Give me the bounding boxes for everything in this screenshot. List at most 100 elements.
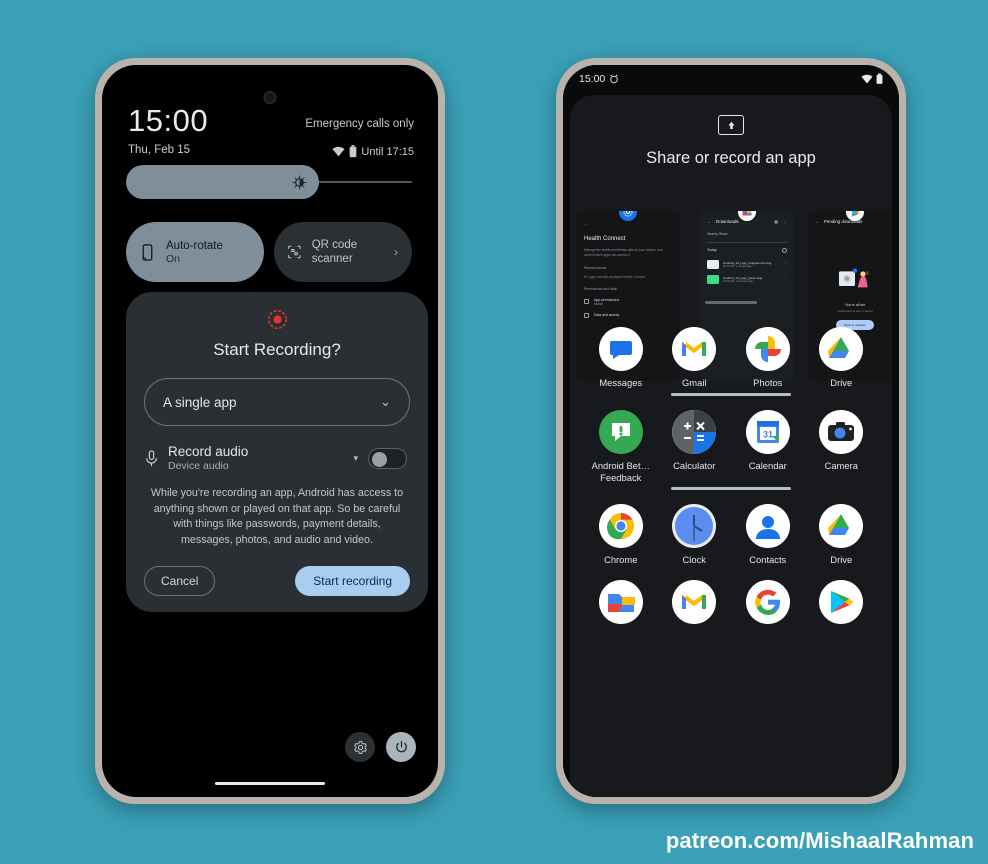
app-row: Android Bet… Feedback Calculator 31 Cale…	[580, 396, 882, 488]
app-share-picker: 15:00 Share or record an app ← Health Co…	[563, 65, 899, 797]
app-calendar[interactable]: 31 Calendar	[731, 409, 805, 484]
recording-scope-select[interactable]: A single app ⌄	[144, 378, 410, 426]
status-bar-time: 15:00	[579, 73, 606, 85]
start-recording-dialog: Start Recording? A single app ⌄ Record a…	[126, 292, 428, 613]
brightness-fill	[126, 165, 319, 199]
navigation-pill[interactable]	[215, 781, 325, 785]
gmail-app-icon	[672, 580, 717, 624]
grid-view-icon: ▦	[774, 219, 778, 224]
record-audio-text: Record audio Device audio	[168, 444, 248, 472]
app-gmail-2[interactable]	[658, 580, 732, 630]
gmail-app-icon	[672, 327, 717, 371]
microphone-icon	[146, 449, 157, 466]
file-thumbnail	[707, 274, 719, 284]
auto-rotate-icon	[142, 243, 153, 261]
tile-auto-rotate-state: On	[166, 253, 181, 266]
more-vert-icon: ⋮	[783, 277, 787, 282]
card-item-sub: None	[594, 301, 603, 306]
record-audio-toggle[interactable]	[368, 447, 407, 469]
brightness-icon	[292, 175, 307, 190]
app-drive-2[interactable]: Drive	[805, 504, 879, 566]
app-photos[interactable]: Photos	[731, 327, 805, 389]
dialog-title: Start Recording?	[213, 340, 341, 359]
share-sheet-title: Share or record an app	[646, 149, 816, 167]
more-vert-icon: ⋮	[783, 219, 787, 224]
file-meta: 163.9 kB • 4 minutes ago	[723, 279, 753, 283]
recent-apps-strip: ← Health Connect Manage the health and f…	[570, 189, 892, 381]
photos-app-icon	[745, 327, 790, 371]
android-beta-feedback-icon	[598, 409, 643, 454]
app-label: Android Bet… Feedback	[591, 459, 650, 483]
alarm-icon	[610, 74, 619, 84]
calendar-app-icon: 31	[745, 409, 790, 454]
tile-auto-rotate[interactable]: Auto-rotate On	[126, 222, 264, 282]
power-icon	[395, 740, 407, 752]
record-audio-label: Record audio	[168, 444, 249, 459]
all-set-illustration	[839, 268, 870, 288]
up-arrow-glyph	[727, 121, 735, 129]
tile-qr-code-scanner[interactable]: QR code scanner ›	[274, 222, 412, 282]
tile-auto-rotate-label: Auto-rotate	[166, 239, 223, 252]
card-section-recent: Recent access	[584, 265, 607, 270]
carrier-label: Emergency calls only	[305, 118, 414, 130]
camera-app-icon	[819, 409, 864, 454]
app-clock[interactable]: Clock	[658, 504, 732, 566]
right-phone-screen: 15:00 Share or record an app ← Health Co…	[563, 65, 899, 797]
power-button[interactable]	[386, 732, 416, 762]
drive-app-icon	[819, 327, 864, 371]
files-glyph	[742, 211, 752, 216]
app-calculator[interactable]: Calculator	[658, 409, 732, 484]
brightness-slider[interactable]	[126, 165, 412, 199]
app-row	[580, 570, 882, 634]
chevron-right-icon: ›	[394, 245, 398, 259]
status-indicators: Until 17:15	[332, 145, 414, 158]
app-google[interactable]	[731, 580, 805, 630]
battery-until-label: Until 17:15	[361, 145, 414, 158]
app-camera[interactable]: Camera	[805, 409, 879, 484]
watermark: patreon.com/MishaalRahman	[665, 828, 974, 853]
app-row: Chrome Clock Contacts Drive	[580, 490, 882, 570]
empty-title: You're all set	[844, 303, 866, 307]
caret-down-icon: ▾	[353, 452, 358, 463]
cancel-button[interactable]: Cancel	[144, 566, 216, 597]
app-messages[interactable]: Messages	[584, 327, 658, 389]
app-label: Messages	[599, 377, 643, 388]
app-label: Camera	[824, 459, 858, 471]
back-arrow-icon: ←	[815, 219, 819, 224]
wifi-icon	[332, 146, 345, 157]
app-label: Contacts	[749, 554, 787, 566]
start-recording-button[interactable]: Start recording	[295, 566, 410, 597]
record-audio-row[interactable]: Record audio Device audio ▾	[144, 444, 410, 472]
card-subheader: Nearby Share	[707, 232, 728, 236]
app-android-beta-feedback[interactable]: Android Bet… Feedback	[584, 409, 658, 484]
back-arrow-icon: ←	[707, 219, 711, 224]
share-sheet: Share or record an app ← Health Connect …	[570, 95, 892, 797]
file-meta: 38.16 kB • a minute ago	[723, 264, 752, 268]
left-phone-screen: 15:00 Thu, Feb 15 Emergency calls only U…	[102, 65, 438, 797]
card-body-2: No apps recently accessed Health Connect	[584, 274, 646, 279]
app-contacts[interactable]: Contacts	[731, 504, 805, 566]
settings-button[interactable]	[345, 732, 375, 762]
app-chrome[interactable]: Chrome	[584, 504, 658, 566]
app-label: Drive	[830, 377, 853, 388]
toggle-knob	[372, 451, 387, 467]
right-phone-device: 15:00 Share or record an app ← Health Co…	[556, 58, 906, 804]
quick-settings-footer	[345, 732, 416, 762]
status-bar-right	[861, 73, 883, 85]
quick-settings-shade: 15:00 Thu, Feb 15 Emergency calls only U…	[102, 65, 438, 797]
record-audio-sublabel: Device audio	[168, 459, 229, 472]
card-section-today: Today	[707, 248, 717, 253]
app-gmail[interactable]: Gmail	[658, 327, 732, 389]
play-store-glyph	[851, 211, 860, 217]
card-title: Health Connect	[584, 236, 626, 242]
sheet-drag-handle[interactable]	[705, 301, 757, 304]
app-label: Clock	[682, 554, 706, 566]
app-play-store[interactable]	[805, 580, 879, 630]
app-label: Gmail	[682, 377, 707, 388]
app-files[interactable]	[584, 580, 658, 630]
share-screen-icon	[718, 115, 744, 135]
dialog-actions: Cancel Start recording	[144, 566, 410, 597]
app-label: Calculator	[673, 459, 716, 471]
app-drive[interactable]: Drive	[805, 327, 879, 389]
more-vert-icon: ⋮	[783, 262, 787, 267]
